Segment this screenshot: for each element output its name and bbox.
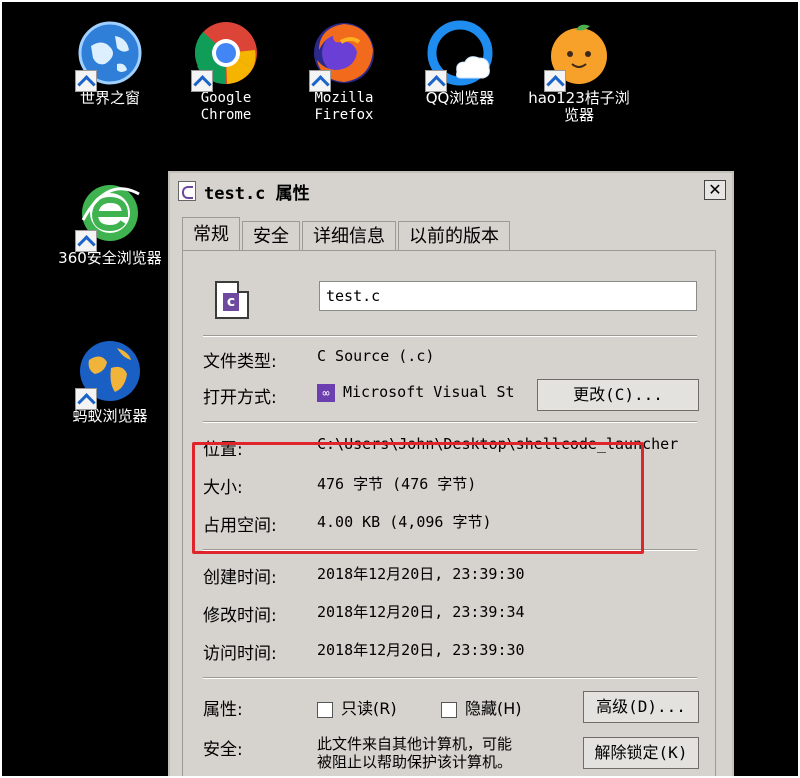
created-value: 2018年12月20日, 23:39:30 (317, 565, 525, 583)
desktop-icon-hao123[interactable]: hao123桔子浏览器 (524, 20, 634, 124)
change-button[interactable]: 更改(C)... (537, 379, 699, 411)
earth-icon (75, 338, 143, 410)
dialog-title: test.c 属性 (204, 183, 310, 204)
general-tab-panel: c test.c 文件类型: C Source (.c) 打开方式: ∞ Micr… (182, 250, 716, 776)
c-source-file-icon: c (215, 281, 249, 319)
tab-bar: 常规 安全 详细信息 以前的版本 (182, 217, 512, 252)
modified-value: 2018年12月20日, 23:39:34 (317, 603, 525, 621)
shortcut-arrow-icon (191, 70, 213, 92)
attributes-label: 属性: (203, 700, 243, 720)
chrome-icon (191, 20, 259, 92)
size-on-disk-label: 占用空间: (203, 516, 277, 536)
desktop-icon-label: 世界之窗 (79, 89, 140, 107)
readonly-checkbox[interactable] (317, 701, 333, 718)
accessed-value: 2018年12月20日, 23:39:30 (317, 641, 525, 659)
tab-previous-versions[interactable]: 以前的版本 (398, 221, 510, 252)
location-row: 位置: C:\Users\John\Desktop\shellcode_laun… (203, 435, 697, 457)
desktop-icon-label: Google Chrome (200, 90, 252, 123)
hidden-checkbox[interactable] (441, 701, 457, 718)
orange-icon (544, 20, 612, 92)
readonly-label: 只读(R) (341, 699, 397, 718)
qq-browser-icon (425, 20, 493, 92)
accessed-label: 访问时间: (203, 644, 277, 664)
globe-icon (75, 20, 143, 92)
size-on-disk-value: 4.00 KB (4,096 字节) (317, 513, 492, 531)
desktop-icon-label: Mozilla Firefox (314, 90, 374, 123)
modified-label: 修改时间: (203, 606, 277, 626)
hidden-label: 隐藏(H) (465, 699, 522, 718)
readonly-option[interactable]: 只读(R) (317, 695, 397, 719)
dialog-titlebar[interactable]: test.c 属性 ✕ (170, 173, 732, 209)
created-label: 创建时间: (203, 568, 277, 588)
divider (203, 549, 697, 551)
desktop-icon-theworld[interactable]: 世界之窗 (58, 20, 162, 107)
firefox-icon (309, 20, 377, 92)
close-button[interactable]: ✕ (704, 180, 726, 200)
shortcut-arrow-icon (309, 70, 331, 92)
security-message: 此文件来自其他计算机，可能 被阻止以帮助保护该计算机。 (317, 735, 512, 771)
desktop-icon-label: 蚂蚁浏览器 (72, 407, 148, 425)
desktop-icon-label: QQ浏览器 (425, 89, 495, 107)
file-type-label: 文件类型: (203, 352, 277, 372)
security-text-line-1: 此文件来自其他计算机，可能 (317, 735, 513, 753)
security-text-line-2: 被阻止以帮助保护该计算机。 (317, 753, 513, 771)
desktop-icon-qqbrowser[interactable]: QQ浏览器 (408, 20, 512, 107)
open-with-value: ∞ Microsoft Visual St (317, 383, 533, 402)
desktop-icon-360[interactable]: 360安全浏览器 (58, 180, 162, 267)
size-value: 476 字节 (476 字节) (317, 475, 477, 493)
size-label: 大小: (203, 478, 243, 498)
divider (203, 335, 697, 337)
visual-studio-icon: ∞ (317, 383, 335, 402)
location-label: 位置: (203, 440, 243, 457)
shortcut-arrow-icon (544, 70, 566, 92)
shortcut-arrow-icon (425, 70, 447, 92)
advanced-button[interactable]: 高级(D)... (583, 691, 699, 723)
open-with-label: 打开方式: (203, 388, 277, 408)
filename-input[interactable]: test.c (319, 281, 697, 311)
desktop-icon-ant-browser[interactable]: 蚂蚁浏览器 (58, 338, 162, 425)
desktop: 世界之窗 Google Chrome Mozilla Firefox QQ浏览器… (2, 2, 798, 776)
unblock-button[interactable]: 解除锁定(K) (583, 737, 699, 769)
shortcut-arrow-icon (75, 230, 97, 252)
tab-general[interactable]: 常规 (182, 217, 240, 252)
file-icon-letter: c (223, 293, 239, 311)
location-value[interactable]: C:\Users\John\Desktop\shellcode_launcher (317, 435, 678, 453)
desktop-icon-label: 360安全浏览器 (58, 249, 162, 267)
shortcut-arrow-icon (75, 70, 97, 92)
hidden-option[interactable]: 隐藏(H) (441, 695, 522, 719)
360-browser-icon (75, 180, 143, 252)
desktop-icon-chrome[interactable]: Google Chrome (174, 20, 278, 124)
c-file-icon (178, 181, 196, 201)
tab-details[interactable]: 详细信息 (302, 221, 396, 252)
open-with-app-name: Microsoft Visual St (343, 383, 515, 401)
divider (203, 677, 697, 679)
divider (203, 421, 697, 423)
desktop-icon-firefox[interactable]: Mozilla Firefox (292, 20, 396, 124)
tab-security[interactable]: 安全 (242, 221, 300, 252)
desktop-icon-label: hao123桔子浏览器 (528, 89, 630, 124)
file-type-value: C Source (.c) (317, 347, 435, 365)
shortcut-arrow-icon (75, 388, 97, 410)
security-label: 安全: (203, 740, 243, 760)
properties-dialog: test.c 属性 ✕ 常规 安全 详细信息 以前的版本 c test.c 文件… (168, 171, 734, 776)
